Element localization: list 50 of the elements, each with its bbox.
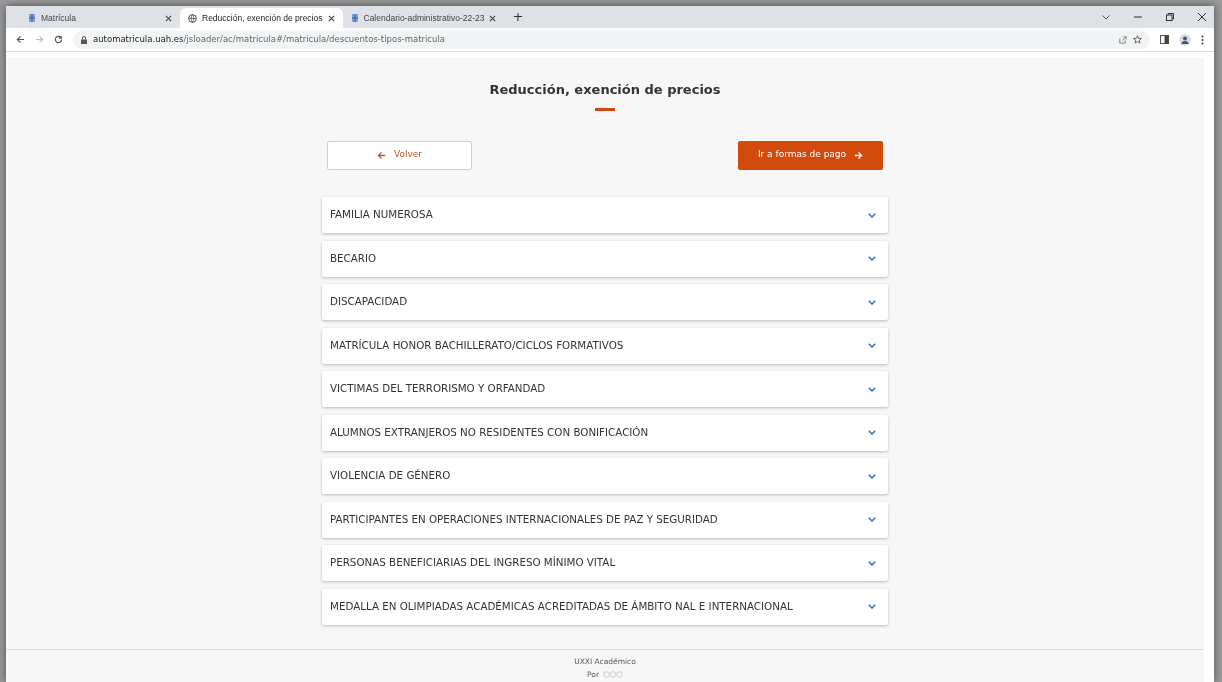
side-panel-icon[interactable]	[1160, 35, 1169, 44]
accordion-item[interactable]: FAMILIA NUMEROSA	[322, 197, 888, 233]
star-icon[interactable]	[1133, 35, 1142, 44]
vendor-logo-icon	[602, 670, 623, 678]
address-bar[interactable]: automatricula.uah.es/jsloader/ac/matricula#/matricula/descuentos-tipos-matricula	[73, 30, 1150, 49]
accordion-item[interactable]: ALUMNOS EXTRANJEROS NO RESIDENTES CON BONIFICACIÓN	[322, 414, 888, 451]
chevron-down-icon	[868, 430, 876, 435]
accordion-item[interactable]: MATRÍCULA HONOR BACHILLERATO/CICLOS FORMATIVOS	[322, 327, 888, 364]
chevron-down-icon	[868, 517, 876, 522]
share-icon[interactable]	[1118, 35, 1127, 44]
globe-icon	[188, 13, 197, 23]
url-text: automatricula.uah.es/jsloader/ac/matricula#/matricula/descuentos-tipos-matricula	[93, 33, 445, 46]
chevron-down-icon	[868, 256, 876, 261]
chevron-down-icon	[868, 212, 876, 218]
site-logo-icon	[28, 13, 36, 23]
page-title: Reducción, exención de precios	[489, 81, 721, 99]
accordion-item[interactable]: BECARIO	[322, 240, 888, 277]
chevron-down-icon	[868, 299, 876, 305]
close-icon[interactable]	[165, 14, 172, 22]
profile-avatar-icon[interactable]	[1179, 33, 1191, 46]
menu-icon[interactable]	[1201, 34, 1204, 45]
browser-tab[interactable]: Matrícula	[20, 8, 180, 28]
close-window-icon[interactable]	[1198, 13, 1206, 21]
chevron-down-icon	[868, 386, 876, 392]
close-icon[interactable]	[327, 14, 335, 22]
accordion-item[interactable]: PARTICIPANTES EN OPERACIONES INTERNACIONALES DE PAZ Y SEGURIDAD	[322, 501, 888, 538]
browser-tab[interactable]: Calendario-administrativo-22-23	[342, 8, 505, 28]
payment-methods-button[interactable]: Ir a formas de pago	[738, 140, 883, 170]
arrow-right-icon	[854, 150, 864, 160]
back-button[interactable]: Volver	[327, 140, 472, 170]
accordion-item[interactable]: VICTIMAS DEL TERRORISMO Y ORFANDAD	[322, 371, 888, 407]
new-tab-button[interactable]: +	[504, 7, 532, 27]
restore-icon[interactable]	[1166, 13, 1174, 21]
close-icon[interactable]	[489, 14, 497, 22]
back-icon[interactable]	[16, 35, 25, 44]
chevron-down-icon	[868, 604, 876, 609]
reload-icon[interactable]	[54, 35, 63, 44]
accordion-item[interactable]: DISCAPACIDAD	[322, 284, 888, 320]
title-underline	[595, 107, 615, 111]
chevron-down-icon	[868, 343, 876, 348]
browser-tab[interactable]: Reducción, exención de precios	[180, 8, 343, 28]
chevron-down-icon	[868, 473, 876, 479]
accordion-item[interactable]: PERSONAS BENEFICIARIAS DEL INGRESO MÍNIMO VITAL	[322, 545, 888, 581]
arrow-left-icon	[377, 150, 386, 160]
chevron-down-icon[interactable]	[1102, 14, 1110, 20]
lock-icon	[81, 35, 87, 44]
accordion-item[interactable]: VIOLENCIA DE GÉNERO	[322, 458, 888, 494]
site-logo-icon	[350, 13, 359, 23]
accordion-item[interactable]: MEDALLA EN OLIMPIADAS ACADÉMICAS ACREDITADAS DE ÁMBITO NAL E INTERNACIONAL	[322, 588, 888, 625]
chevron-down-icon	[868, 560, 876, 566]
